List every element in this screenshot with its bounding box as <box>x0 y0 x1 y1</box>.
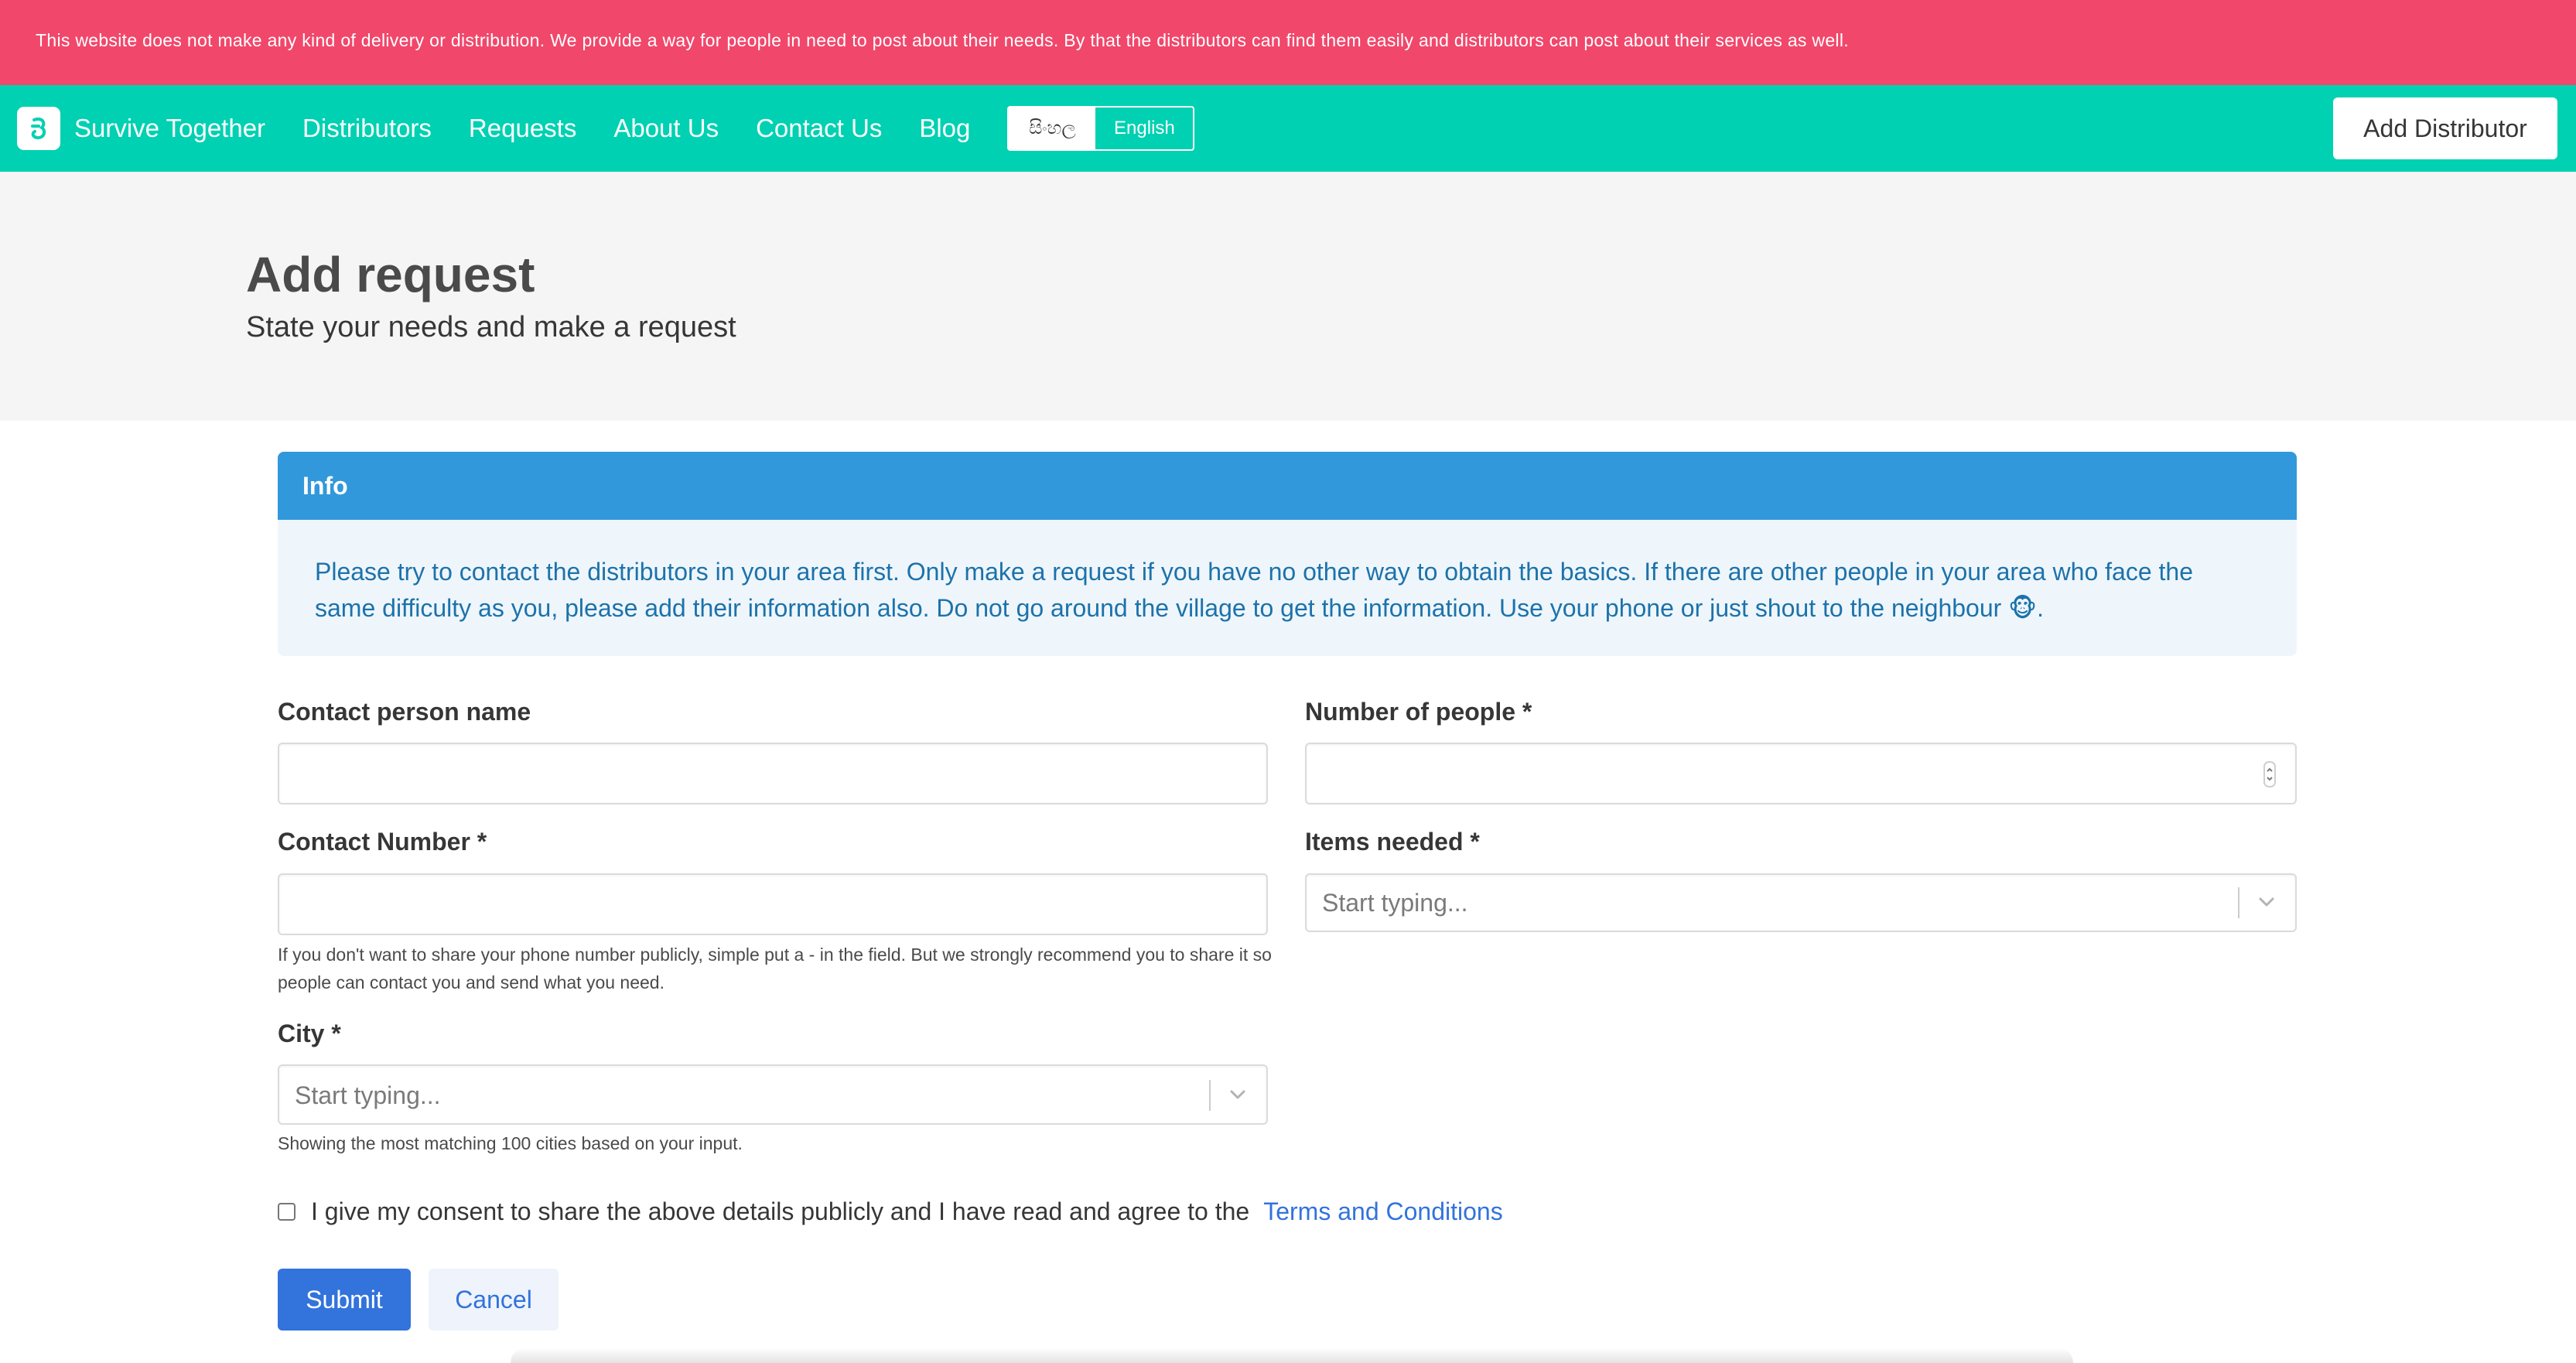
lang-english-button[interactable]: English <box>1095 108 1193 149</box>
page-title: Add request <box>246 247 535 302</box>
brand[interactable]: Survive Together <box>17 107 265 150</box>
page-subtitle: State your needs and make a request <box>246 311 736 343</box>
contact-number-input[interactable] <box>278 873 1268 935</box>
consent-row: I give my consent to share the above det… <box>278 1197 1503 1226</box>
language-switcher: සිංහල English <box>1007 106 1195 151</box>
items-placeholder: Start typing... <box>1322 889 1468 917</box>
city-label: City * <box>278 1020 341 1047</box>
add-distributor-button[interactable]: Add Distributor <box>2333 97 2557 159</box>
select-separator <box>1209 1080 1211 1111</box>
notice-banner: This website does not make any kind of d… <box>0 0 2576 85</box>
contact-number-help: If you don't want to share your phone nu… <box>278 945 1272 992</box>
nav-contact-us[interactable]: Contact Us <box>756 114 882 143</box>
people-label: Number of people * <box>1305 698 1532 726</box>
consent-checkbox[interactable] <box>278 1203 296 1221</box>
cancel-button[interactable]: Cancel <box>429 1269 559 1331</box>
chevron-down-icon[interactable] <box>1226 1083 1249 1110</box>
brand-name: Survive Together <box>74 114 266 142</box>
city-select[interactable]: Start typing... <box>278 1064 1268 1125</box>
nav-blog[interactable]: Blog <box>919 114 970 143</box>
contact-name-label: Contact person name <box>278 698 531 726</box>
contact-number-label: Contact Number * <box>278 828 487 856</box>
select-separator <box>2238 887 2239 918</box>
lang-sinhala-button[interactable]: සිංහල <box>1009 108 1096 149</box>
chevron-down-icon[interactable] <box>2255 890 2278 917</box>
terms-link[interactable]: Terms and Conditions <box>1263 1197 1502 1226</box>
consent-text: I give my consent to share the above det… <box>311 1197 1250 1225</box>
info-header: Info <box>278 452 2297 520</box>
items-select[interactable]: Start typing... <box>1305 873 2297 932</box>
spinner-icon[interactable] <box>2263 760 2277 793</box>
nav-distributors[interactable]: Distributors <box>302 114 432 143</box>
nav-requests[interactable]: Requests <box>469 114 576 143</box>
people-number-input[interactable] <box>1305 743 2297 804</box>
nav-about-us[interactable]: About Us <box>613 114 719 143</box>
city-placeholder: Start typing... <box>295 1081 441 1109</box>
info-message: Please try to contact the distributors i… <box>278 520 2297 656</box>
submit-button[interactable]: Submit <box>278 1269 411 1331</box>
footer-shadow <box>511 1348 2073 1363</box>
items-label: Items needed * <box>1305 828 1480 856</box>
logo-icon <box>17 107 60 150</box>
hero-section: Add request State your needs and make a … <box>0 172 2576 421</box>
city-help: Showing the most matching 100 cities bas… <box>278 1133 743 1153</box>
contact-name-input[interactable] <box>278 743 1268 804</box>
navbar: Survive Together Distributors Requests A… <box>0 85 2576 172</box>
